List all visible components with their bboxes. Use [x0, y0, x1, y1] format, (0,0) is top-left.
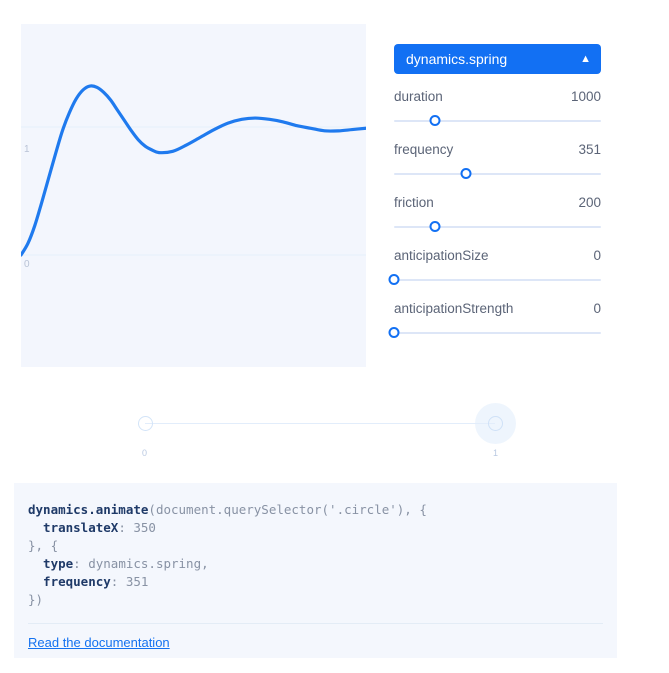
code-token: }, { [28, 538, 59, 553]
code-token: frequency [28, 574, 111, 589]
code-token: dynamics.spring, [88, 556, 209, 571]
code-token: type [28, 556, 74, 571]
parameter-header: duration 1000 [394, 89, 601, 104]
parameter-header: frequency 351 [394, 142, 601, 157]
slider-thumb[interactable] [388, 274, 400, 285]
slider-track[interactable] [394, 120, 601, 122]
y-axis-label-one: 1 [24, 144, 30, 155]
code-token: (document.querySelector('.circle'), { [148, 502, 427, 517]
parameter-label-friction: friction [394, 195, 434, 210]
slider-track[interactable] [394, 279, 601, 281]
code-token: dynamics.animate [28, 502, 149, 517]
animation-preview [0, 400, 669, 470]
animation-type-value: dynamics.spring [406, 51, 508, 67]
code-divider [28, 623, 603, 624]
parameter-label-duration: duration [394, 89, 443, 104]
slider-thumb[interactable] [388, 327, 400, 338]
parameter-row-anticipationSize: anticipationSize 0 [388, 248, 601, 286]
code-token: 351 [125, 574, 149, 589]
preview-tick-end-label: 1 [493, 448, 499, 458]
animation-type-select[interactable]: dynamics.spring ▲ ▼ [394, 44, 601, 95]
slider-thumb[interactable] [460, 168, 472, 179]
parameter-header: friction 200 [394, 195, 601, 210]
parameter-value-frequency: 351 [578, 142, 601, 157]
parameter-label-frequency: frequency [394, 142, 454, 157]
chevron-up-down-icon: ▲ ▼ [580, 53, 591, 95]
code-token: translateX [28, 520, 119, 535]
code-token: : [118, 520, 134, 535]
slider-track[interactable] [394, 226, 601, 228]
code-token: : [73, 556, 89, 571]
parameter-row-duration: duration 1000 [394, 89, 601, 127]
y-axis-label-zero: 0 [24, 259, 30, 270]
parameter-row-frequency: frequency 351 [394, 142, 601, 180]
parameter-slider-friction[interactable] [394, 221, 601, 233]
parameter-slider-anticipationSize[interactable] [388, 274, 601, 286]
parameter-label-anticipationStrength: anticipationStrength [394, 301, 514, 316]
code-token: 350 [133, 520, 156, 535]
slider-thumb[interactable] [429, 221, 441, 232]
code-snippet: dynamics.animate(document.querySelector(… [28, 501, 603, 609]
preview-track [145, 423, 495, 424]
slider-track[interactable] [394, 332, 601, 334]
parameter-slider-duration[interactable] [394, 115, 601, 127]
parameter-value-anticipationSize: 0 [593, 248, 601, 263]
spring-curve [21, 84, 366, 257]
preview-end-circle[interactable] [488, 416, 503, 431]
parameter-label-anticipationSize: anticipationSize [394, 248, 489, 263]
parameter-list: duration 1000 frequency 351 friction 200 antic… [388, 89, 601, 339]
parameter-header: anticipationSize 0 [394, 248, 601, 263]
slider-thumb[interactable] [429, 115, 441, 126]
code-token: : [110, 574, 126, 589]
controls-panel: dynamics.spring ▲ ▼ duration 1000 frequency… [388, 44, 601, 339]
preview-start-circle[interactable] [138, 416, 153, 431]
slider-track[interactable] [394, 173, 601, 175]
parameter-row-anticipationStrength: anticipationStrength 0 [388, 301, 601, 339]
parameter-slider-anticipationStrength[interactable] [388, 327, 601, 339]
preview-tick-start-label: 0 [142, 448, 148, 458]
parameter-value-anticipationStrength: 0 [593, 301, 601, 316]
animation-curve-graph: 1 0 [21, 24, 366, 367]
code-token: }) [28, 592, 44, 607]
curve-svg [21, 84, 366, 257]
documentation-link[interactable]: Read the documentation [28, 635, 170, 650]
code-panel: dynamics.animate(document.querySelector(… [14, 483, 617, 658]
parameter-row-friction: friction 200 [394, 195, 601, 233]
parameter-header: anticipationStrength 0 [394, 301, 601, 316]
parameter-value-friction: 200 [578, 195, 601, 210]
parameter-slider-frequency[interactable] [394, 168, 601, 180]
